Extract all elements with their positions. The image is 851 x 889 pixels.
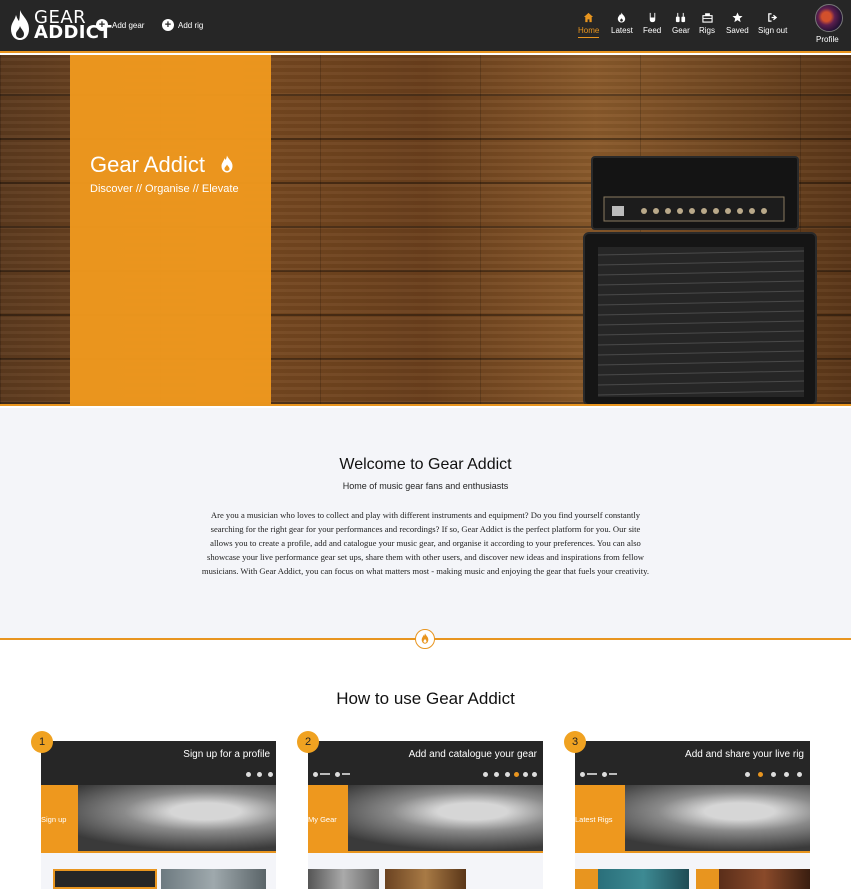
welcome-title: Welcome to Gear Addict xyxy=(339,456,512,473)
plus-circle-icon: + xyxy=(96,19,108,31)
step-preview-thumbnail xyxy=(308,869,379,889)
nav-rigs[interactable]: Rigs xyxy=(699,12,715,35)
step-preview-navbar: Add and share your live rig xyxy=(575,741,810,785)
profile-link[interactable]: Profile xyxy=(816,35,839,44)
step-number-badge: 1 xyxy=(31,731,53,753)
welcome-subtitle: Home of music gear fans and enthusiasts xyxy=(342,481,509,491)
nav-saved[interactable]: Saved xyxy=(726,12,749,35)
flame-logo-icon xyxy=(11,10,29,40)
flame-icon xyxy=(421,633,429,644)
step-hero-text: Sign up xyxy=(41,815,67,824)
step-preview-navbar: Sign up for a profile xyxy=(41,741,276,785)
nav-latest[interactable]: Latest xyxy=(611,12,633,35)
nav-sign-out[interactable]: Sign out xyxy=(758,12,787,35)
nav-gear[interactable]: Gear xyxy=(672,12,690,35)
step-number-badge: 3 xyxy=(564,731,586,753)
guitar-amp-icon xyxy=(676,12,686,23)
hero-subtitle: Discover // Organise // Elevate xyxy=(90,183,239,195)
toolbox-icon xyxy=(701,13,713,23)
nav-sign-out-label: Sign out xyxy=(758,26,788,35)
step-card-1: Sign up for a profile Sign up xyxy=(41,741,276,889)
home-icon xyxy=(584,12,594,23)
step-preview-thumbnail xyxy=(696,869,810,889)
flame-icon xyxy=(618,12,626,23)
mini-nav xyxy=(575,767,810,785)
step-card-3: Add and share your live rig Latest Rigs xyxy=(575,741,810,889)
nav-latest-label: Latest xyxy=(611,26,633,35)
hero-title: Gear Addict xyxy=(90,152,205,177)
add-rig-label: Add rig xyxy=(178,20,204,30)
nav-gear-label: Gear xyxy=(672,26,690,35)
how-to-title: How to use Gear Addict xyxy=(336,689,515,708)
nav-home[interactable]: Home xyxy=(578,12,600,38)
plus-circle-icon: + xyxy=(162,19,174,31)
step-preview-hero: My Gear xyxy=(308,785,543,853)
hero-banner xyxy=(0,55,851,406)
navbar: GEAR ADDICT + Add gear + Add rig Home La… xyxy=(0,0,851,53)
step-caption: Add and catalogue your gear xyxy=(408,749,537,760)
step-preview-thumbnail xyxy=(575,869,689,889)
add-rig-button[interactable]: + Add rig xyxy=(162,19,203,31)
step-caption: Sign up for a profile xyxy=(183,749,270,760)
nav-saved-label: Saved xyxy=(726,26,749,35)
nav-feed[interactable]: Feed xyxy=(643,12,661,35)
hero-orange-panel xyxy=(70,55,271,404)
sign-out-icon xyxy=(768,13,778,22)
step-hero-text: Latest Rigs xyxy=(575,815,613,824)
step-preview-thumbnail xyxy=(161,869,266,889)
star-icon xyxy=(732,12,743,23)
step-preview-hero: Latest Rigs xyxy=(575,785,810,853)
welcome-body: Are you a musician who loves to collect … xyxy=(201,510,650,576)
nav-home-label: Home xyxy=(578,26,600,38)
step-preview-hero: Sign up xyxy=(41,785,276,853)
flame-icon xyxy=(221,155,233,173)
step-card-2: Add and catalogue your gear My Gear xyxy=(308,741,543,889)
nav-feed-label: Feed xyxy=(643,26,662,35)
avatar[interactable] xyxy=(815,4,843,32)
step-number-badge: 2 xyxy=(297,731,319,753)
step-hero-text: My Gear xyxy=(308,815,337,824)
step-preview-navbar: Add and catalogue your gear xyxy=(308,741,543,785)
nav-rigs-label: Rigs xyxy=(699,26,716,35)
welcome-section: Welcome to Gear Addict Home of music gea… xyxy=(0,408,851,639)
mini-nav xyxy=(308,767,543,785)
amplifier-image xyxy=(583,156,817,404)
step-preview-thumbnail xyxy=(385,869,466,889)
mini-nav xyxy=(41,767,276,785)
step-caption: Add and share your live rig xyxy=(685,749,804,760)
rock-hand-icon xyxy=(649,12,655,23)
step-preview-thumbnail xyxy=(53,869,157,889)
add-gear-label: Add gear xyxy=(112,20,145,30)
divider-flame-badge xyxy=(415,629,435,649)
add-gear-button[interactable]: + Add gear xyxy=(96,19,144,31)
